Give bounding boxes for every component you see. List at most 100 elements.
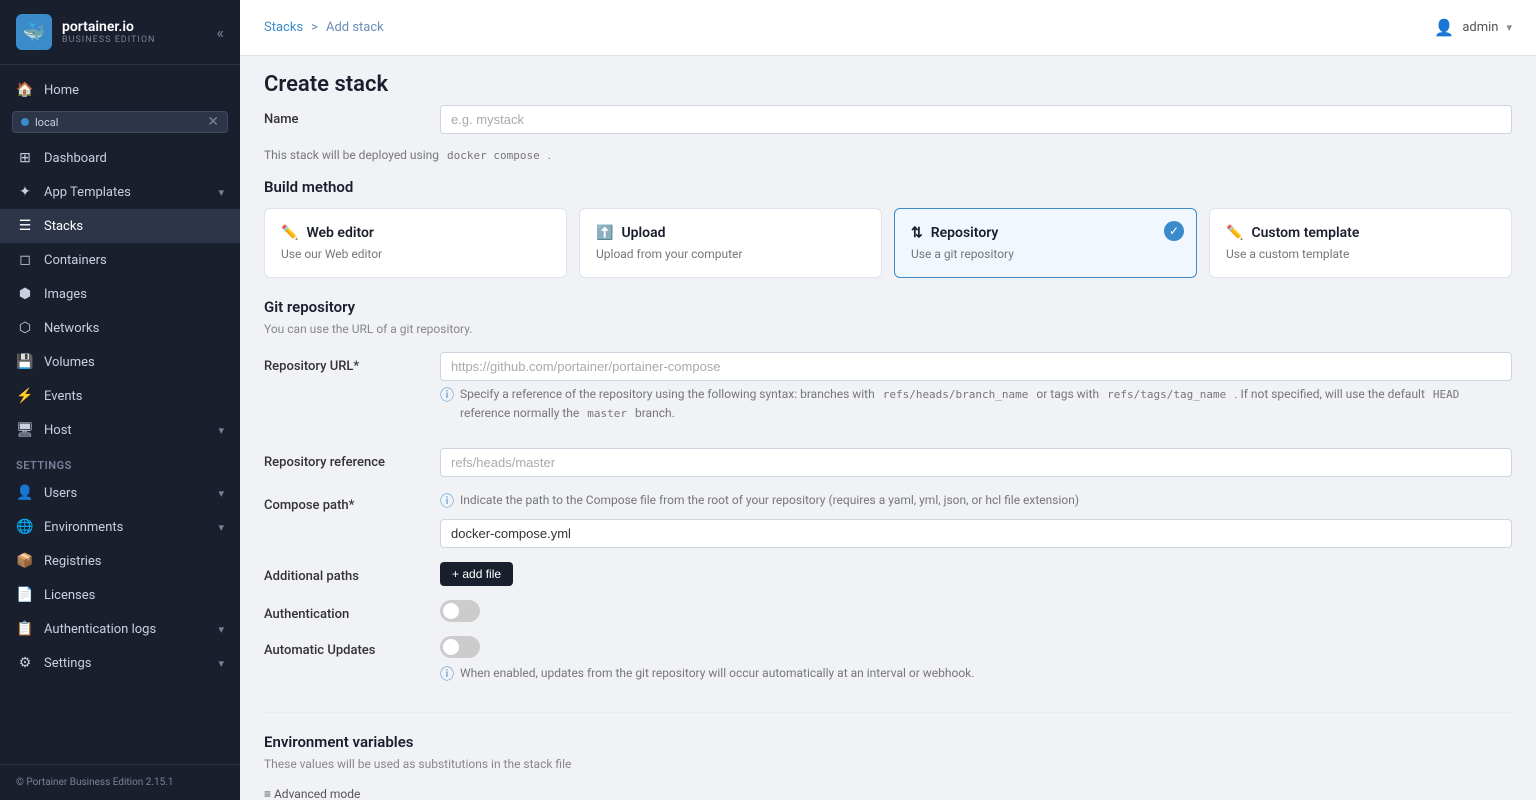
host-icon: 🖥 [16, 422, 34, 438]
repo-url-input[interactable] [440, 352, 1512, 381]
sidebar-item-images[interactable]: ⬢ Images [0, 277, 240, 311]
compose-path-hint-text: Indicate the path to the Compose file fr… [460, 491, 1079, 509]
repo-ref-label: Repository reference [264, 448, 424, 470]
sidebar-item-stacks[interactable]: ☰ Stacks [0, 209, 240, 243]
sidebar-item-dashboard[interactable]: ⊞ Dashboard [0, 141, 240, 175]
logo-text: portainer.io BUSINESS EDITION [62, 19, 155, 45]
compose-path-hint-row: ⓘ Indicate the path to the Compose file … [440, 491, 1512, 513]
compose-path-row: Compose path* ⓘ Indicate the path to the… [264, 491, 1512, 548]
authentication-label: Authentication [264, 600, 424, 622]
sidebar-volumes-label: Volumes [44, 355, 95, 370]
head-code: HEAD [1428, 387, 1465, 402]
compose-path-input[interactable] [440, 519, 1512, 548]
authentication-row: Authentication [264, 600, 1512, 622]
sidebar-item-registries[interactable]: 📦 Registries [0, 544, 240, 578]
sidebar-item-home[interactable]: 🏠 Home [0, 73, 240, 107]
volumes-icon: 💾 [16, 354, 34, 370]
auth-logs-icon: 📋 [16, 621, 34, 637]
env-section-title: Environment variables [264, 733, 1512, 751]
additional-paths-control: + add file [440, 562, 1512, 586]
authentication-toggle[interactable] [440, 600, 480, 622]
info-icon-auto-updates: ⓘ [440, 665, 454, 686]
breadcrumb-parent[interactable]: Stacks [264, 20, 303, 35]
build-card-custom-template[interactable]: ✏️ Custom template Use a custom template [1209, 208, 1512, 278]
sidebar-item-networks[interactable]: ⬡ Networks [0, 311, 240, 345]
repo-url-control: ⓘ Specify a reference of the repository … [440, 352, 1512, 434]
repo-ref-control [440, 448, 1512, 477]
images-icon: ⬢ [16, 286, 34, 302]
automatic-updates-toggle[interactable] [440, 636, 480, 658]
user-area[interactable]: 👤 admin ▾ [1434, 18, 1512, 37]
app-templates-chevron: ▾ [218, 186, 224, 199]
logo-area: 🐳 portainer.io BUSINESS EDITION [16, 14, 155, 50]
name-input[interactable] [440, 105, 1512, 134]
sidebar-item-settings[interactable]: ⚙ Settings ▾ [0, 646, 240, 680]
sidebar-item-volumes[interactable]: 💾 Volumes [0, 345, 240, 379]
master-code: master [582, 406, 632, 421]
name-row: Name [264, 105, 1512, 134]
env-advanced-mode: ≡ Advanced mode [264, 787, 1512, 800]
sidebar-item-licenses[interactable]: 📄 Licenses [0, 578, 240, 612]
env-section: Environment variables These values will … [264, 733, 1512, 800]
dashboard-icon: ⊞ [16, 150, 34, 166]
automatic-updates-row: Automatic Updates ⓘ When enabled, update… [264, 636, 1512, 698]
environments-icon: 🌐 [16, 519, 34, 535]
users-chevron: ▾ [218, 487, 224, 500]
automatic-updates-control: ⓘ When enabled, updates from the git rep… [440, 636, 1512, 698]
sidebar-footer: © Portainer Business Edition 2.15.1 [0, 764, 240, 800]
sidebar-item-environments[interactable]: 🌐 Environments ▾ [0, 510, 240, 544]
repository-check-icon: ✓ [1164, 221, 1184, 241]
env-label: local [35, 116, 58, 129]
user-icon: 👤 [1434, 18, 1454, 37]
info-icon-compose: ⓘ [440, 492, 454, 513]
sidebar-item-auth-logs[interactable]: 📋 Authentication logs ▾ [0, 612, 240, 646]
sidebar: 🐳 portainer.io BUSINESS EDITION « 🏠 Home… [0, 0, 240, 800]
settings-chevron: ▾ [218, 657, 224, 670]
build-method-title: Build method [264, 178, 1512, 196]
sidebar-item-host[interactable]: 🖥 Host ▾ [0, 413, 240, 447]
auto-updates-hint-row: ⓘ When enabled, updates from the git rep… [440, 664, 1512, 686]
info-icon-repo-url: ⓘ [440, 386, 454, 407]
refs-tags-code: refs/tags/tag_name [1102, 387, 1231, 402]
networks-icon: ⬡ [16, 320, 34, 336]
build-card-web-editor[interactable]: ✏️ Web editor Use our Web editor [264, 208, 567, 278]
repo-ref-input[interactable] [440, 448, 1512, 477]
portainer-logo-icon: 🐳 [16, 14, 52, 50]
build-card-repository[interactable]: ⇅ Repository Use a git repository ✓ [894, 208, 1197, 278]
web-editor-icon: ✏️ [281, 225, 298, 241]
sidebar-environments-label: Environments [44, 520, 123, 535]
custom-template-icon: ✏️ [1226, 225, 1243, 241]
sidebar-collapse-button[interactable]: « [216, 23, 224, 42]
sidebar-dashboard-label: Dashboard [44, 151, 107, 166]
sidebar-item-app-templates[interactable]: ✦ App Templates ▾ [0, 175, 240, 209]
advanced-mode-label: ≡ Advanced mode [264, 787, 360, 800]
user-chevron-icon: ▾ [1506, 21, 1512, 34]
build-card-upload[interactable]: ⬆️ Upload Upload from your computer [579, 208, 882, 278]
events-icon: ⚡ [16, 388, 34, 404]
sidebar-item-containers[interactable]: ◻ Containers [0, 243, 240, 277]
sidebar-stacks-label: Stacks [44, 219, 83, 234]
app-templates-icon: ✦ [16, 184, 34, 200]
sidebar-settings-label: Settings [44, 656, 91, 671]
registries-icon: 📦 [16, 553, 34, 569]
logo-sub-text: BUSINESS EDITION [62, 35, 155, 45]
authentication-slider [440, 600, 480, 622]
repo-url-hint-row: ⓘ Specify a reference of the repository … [440, 385, 1512, 422]
upload-title: ⬆️ Upload [596, 225, 865, 241]
env-close-icon[interactable]: ✕ [207, 114, 219, 130]
sidebar-logo: 🐳 portainer.io BUSINESS EDITION « [0, 0, 240, 65]
authentication-control [440, 600, 1512, 622]
breadcrumb-sep: > [311, 20, 318, 35]
sidebar-item-events[interactable]: ⚡ Events [0, 379, 240, 413]
automatic-updates-slider [440, 636, 480, 658]
deploy-hint-text: This stack will be deployed using [264, 148, 439, 162]
git-section-title: Git repository [264, 298, 1512, 316]
env-section-desc: These values will be used as substitutio… [264, 757, 1512, 771]
main-area: Stacks > Add stack 👤 admin ▾ Create stac… [240, 0, 1536, 800]
sidebar-item-users[interactable]: 👤 Users ▾ [0, 476, 240, 510]
add-file-button[interactable]: + add file [440, 562, 513, 586]
deploy-hint2: . [548, 148, 551, 162]
repo-url-label: Repository URL* [264, 352, 424, 374]
user-label: admin [1462, 20, 1498, 35]
repo-url-hint-text: Specify a reference of the repository us… [460, 385, 1512, 422]
